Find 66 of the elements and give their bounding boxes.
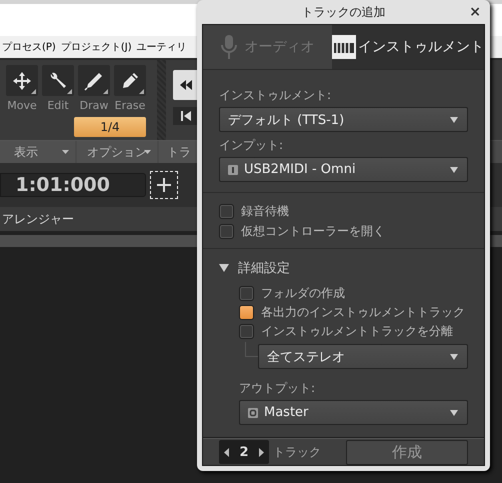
checkbox[interactable]	[219, 224, 234, 239]
disclosure-triangle-icon[interactable]	[219, 263, 229, 273]
corner-triangle-icon	[139, 89, 144, 94]
close-button[interactable]: ×	[469, 4, 481, 20]
erase-tool-button[interactable]	[114, 65, 146, 96]
caret-icon	[450, 117, 458, 123]
move-icon	[12, 70, 32, 90]
snap-button[interactable]: 1/4	[74, 117, 146, 137]
increase-icon[interactable]	[258, 448, 264, 456]
view-menu-button[interactable]: 表示	[0, 141, 75, 163]
tool-label: Move	[7, 100, 37, 112]
track-type-tab[interactable]: インストゥルメント	[332, 25, 484, 69]
field-label: インストゥルメント:	[219, 87, 332, 104]
checkbox-label: 録音待機	[241, 203, 289, 220]
rewind-icon	[180, 80, 192, 90]
checkbox[interactable]	[239, 305, 254, 320]
corner-triangle-icon	[67, 89, 72, 94]
checkbox[interactable]	[239, 324, 254, 339]
caret-icon	[450, 410, 458, 416]
caret-icon	[450, 354, 458, 360]
menu-item[interactable]: ユーティリ	[136, 40, 187, 54]
caret-icon	[62, 150, 69, 154]
menu-item[interactable]: プロジェクト(J)	[60, 40, 132, 54]
caret-icon	[144, 150, 151, 154]
skip-back-icon	[181, 111, 191, 121]
field-label: アウトプット:	[239, 380, 316, 397]
plus-icon	[157, 178, 171, 192]
move-tool-button[interactable]	[6, 65, 38, 96]
track-count-unit: トラック	[273, 444, 321, 460]
checkbox[interactable]	[219, 204, 234, 219]
wrench-icon	[48, 70, 68, 90]
microphone-icon	[220, 35, 236, 59]
arranger-title: アレンジャー	[2, 210, 74, 228]
dropdown[interactable]: USB2MIDI - Omni	[219, 157, 468, 182]
checkbox-label: インストゥルメントトラックを分離	[261, 323, 453, 340]
add-track-button[interactable]	[151, 172, 177, 198]
dropdown[interactable]: デフォルト (TTS-1)	[219, 107, 468, 132]
corner-triangle-icon	[31, 89, 36, 94]
tool-label: Draw	[80, 100, 108, 112]
time-display: 1:01:000	[0, 173, 146, 197]
field-label: インプット:	[219, 137, 284, 154]
menu-item[interactable]: プロセス(P)	[2, 40, 56, 54]
track-count-stepper[interactable]: 2	[219, 440, 269, 464]
edit-tool-button[interactable]	[42, 65, 74, 96]
output-port-icon	[248, 408, 258, 418]
caret-icon	[450, 167, 458, 173]
checkbox-label: 各出力のインストゥルメントトラック	[261, 304, 465, 321]
pencil-icon	[120, 70, 140, 90]
section-title: 詳細設定	[238, 260, 290, 277]
decrease-icon[interactable]	[224, 448, 230, 456]
dropdown[interactable]: 全てステレオ	[258, 344, 468, 369]
tool-label: Erase	[114, 100, 146, 112]
grip-handle[interactable]	[157, 60, 166, 140]
checkbox-label: 仮想コントローラーを開く	[241, 223, 385, 240]
keyboard-icon	[332, 35, 356, 59]
pen-icon	[84, 70, 104, 90]
rewind-button[interactable]	[173, 70, 199, 100]
input-port-icon	[228, 164, 238, 174]
checkbox[interactable]	[239, 286, 254, 301]
skip-back-button[interactable]	[173, 107, 199, 125]
draw-tool-button[interactable]	[78, 65, 110, 96]
corner-triangle-icon	[103, 89, 108, 94]
checkbox-label: フォルダの作成	[261, 285, 345, 302]
tool-label: Edit	[47, 100, 69, 112]
dropdown[interactable]: Master	[239, 400, 468, 425]
dialog-title: トラックの追加	[302, 4, 386, 20]
